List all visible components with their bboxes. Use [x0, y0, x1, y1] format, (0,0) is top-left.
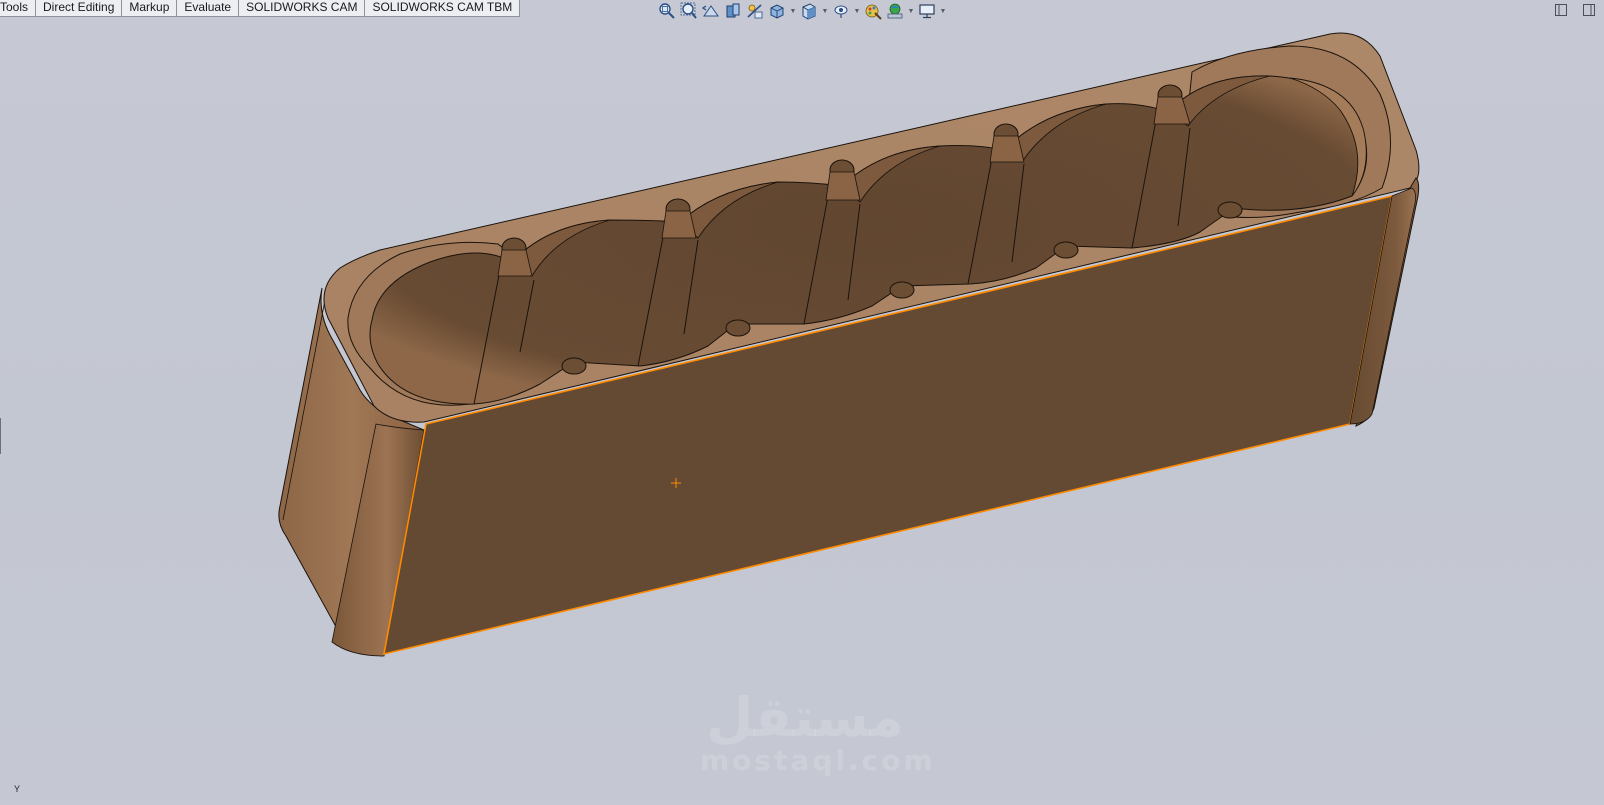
display-style-icon[interactable] [798, 1, 820, 21]
reference-triad: Y [14, 784, 20, 794]
triad-axis-label: Y [14, 784, 21, 794]
tab-solidworks-cam[interactable]: SOLIDWORKS CAM [239, 0, 366, 17]
tab-solidworks-cam-tbm[interactable]: SOLIDWORKS CAM TBM [365, 0, 521, 17]
restore-panel-icon[interactable] [1554, 3, 1568, 17]
chevron-down-icon[interactable]: ▼ [820, 1, 830, 21]
view-orientation-icon[interactable] [766, 1, 788, 21]
model-view[interactable] [0, 0, 1604, 800]
tab-evaluate[interactable]: Evaluate [177, 0, 240, 17]
apply-scene-icon[interactable] [884, 1, 906, 21]
zoom-to-fit-icon[interactable] [656, 1, 678, 21]
chevron-down-icon[interactable]: ▼ [852, 1, 862, 21]
section-view-icon[interactable] [722, 1, 744, 21]
zoom-to-area-icon[interactable] [678, 1, 700, 21]
view-settings-icon[interactable] [916, 1, 938, 21]
expand-panel-icon[interactable] [1582, 3, 1596, 17]
tab-tools[interactable]: Tools [0, 0, 37, 17]
heads-up-view-toolbar: ▼ ▼ ▼ ▼ ▼ [656, 0, 948, 22]
graphics-area[interactable] [0, 0, 1604, 800]
tab-markup[interactable]: Markup [122, 0, 178, 17]
previous-view-icon[interactable] [700, 1, 722, 21]
hide-show-items-icon[interactable] [830, 1, 852, 21]
command-manager-tabs: Tools Direct Editing Markup Evaluate SOL… [0, 0, 521, 17]
chevron-down-icon[interactable]: ▼ [906, 1, 916, 21]
chevron-down-icon[interactable]: ▼ [788, 1, 798, 21]
dynamic-annotation-view-icon[interactable] [744, 1, 766, 21]
chevron-down-icon[interactable]: ▼ [938, 1, 948, 21]
panel-edge-marker [0, 418, 1, 454]
edit-appearance-icon[interactable] [862, 1, 884, 21]
tab-direct-editing[interactable]: Direct Editing [36, 0, 123, 17]
